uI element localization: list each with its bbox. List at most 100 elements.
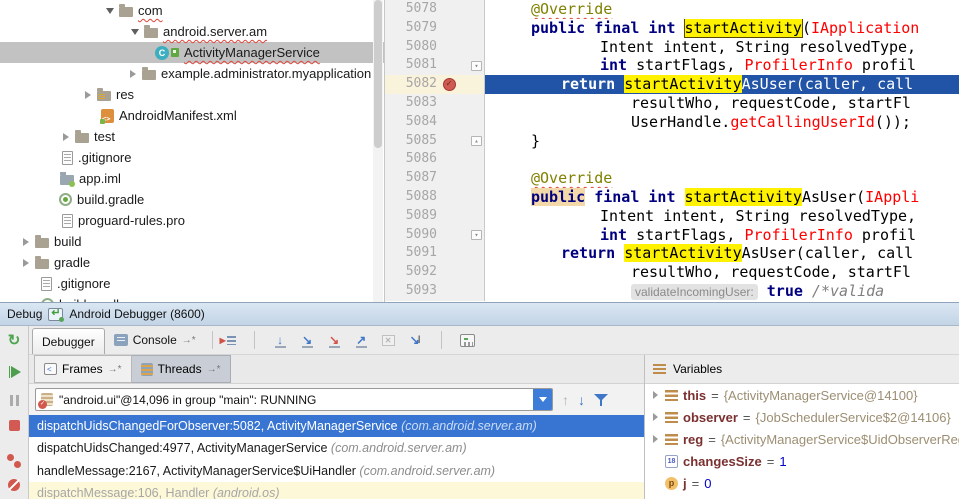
code-line[interactable]: 5084UserHandle.getCallingUserId()); (385, 113, 959, 132)
tree-item[interactable]: AndroidManifest.xml (0, 105, 384, 126)
step-into-icon[interactable]: ↘ (299, 332, 316, 349)
chevron-right-icon[interactable] (81, 88, 94, 101)
chevron-right-icon[interactable] (126, 67, 139, 80)
line-number: 5085 (385, 132, 437, 151)
step-out-icon[interactable]: ↗ (353, 332, 370, 349)
code-line[interactable]: 5082✓return startActivityAsUser(caller, … (385, 75, 959, 94)
stack-frame-row[interactable]: handleMessage:2167, ActivityManagerServi… (29, 460, 644, 482)
code-line-text[interactable]: resultWho, requestCode, startFl (485, 263, 959, 282)
code-line[interactable]: 5087@Override (385, 169, 959, 188)
code-line[interactable]: 5090▾int startFlags, ProfilerInfo profil (385, 226, 959, 245)
code-line[interactable]: 5081▾int startFlags, ProfilerInfo profil (385, 56, 959, 75)
tree-item[interactable]: test (0, 126, 384, 147)
thread-selector-dropdown[interactable]: "android.ui"@14,096 in group "main": RUN… (35, 388, 553, 411)
code-line[interactable]: 5093validateIncomingUser: true /*valida (385, 282, 959, 301)
chevron-right-icon[interactable] (19, 235, 32, 248)
stop-debugger-icon[interactable] (6, 417, 22, 433)
tree-item[interactable]: CActivityManagerService (0, 42, 384, 63)
code-line[interactable]: 5079public final int startActivity(IAppl… (385, 19, 959, 38)
chevron-down-icon[interactable] (128, 25, 141, 38)
code-line-text[interactable]: Intent intent, String resolvedType, (485, 207, 959, 226)
code-line-text[interactable]: Intent intent, String resolvedType, (485, 38, 959, 57)
code-line[interactable]: 5092resultWho, requestCode, startFl (385, 263, 959, 282)
force-step-into-icon[interactable]: ↘ (326, 332, 343, 349)
previous-frame-button[interactable]: ↑ (562, 392, 569, 408)
tree-item[interactable]: gradle (0, 252, 384, 273)
tree-item[interactable]: build.gradle (0, 189, 384, 210)
code-line[interactable]: 5083resultWho, requestCode, startFl (385, 94, 959, 113)
variable-row[interactable]: 18changesSize=1 (645, 450, 959, 472)
variable-row[interactable]: reg={ActivityManagerService$UidObserverR… (645, 428, 959, 450)
chevron-down-icon[interactable] (103, 4, 116, 17)
code-line[interactable]: 5085 ▴} (385, 132, 959, 151)
chevron-right-icon[interactable] (19, 256, 32, 269)
line-number: 5091 (385, 244, 437, 263)
breakpoint-icon[interactable]: ✓ (443, 78, 456, 91)
stack-frame-row[interactable]: dispatchMessage:106, Handler (android.os… (29, 482, 644, 499)
code-line-text[interactable]: public final int startActivityAsUser(IAp… (485, 188, 959, 207)
scrollbar-thumb[interactable] (374, 0, 382, 148)
variable-row[interactable]: observer={JobSchedulerService$2@14106} (645, 406, 959, 428)
tab-threads[interactable]: Threads →* (132, 355, 231, 383)
view-breakpoints-icon[interactable] (6, 453, 22, 469)
step-over-icon[interactable]: ↓ (272, 332, 289, 349)
variable-row[interactable]: this={ActivityManagerService@14100} (645, 384, 959, 406)
resume-program-icon[interactable] (6, 364, 22, 380)
stack-frame-row[interactable]: dispatchUidsChangedForObserver:5082, Act… (29, 415, 644, 437)
code-editor[interactable]: 5078@Override5079public final int startA… (385, 0, 959, 302)
tree-item[interactable]: build (0, 231, 384, 252)
code-line[interactable]: 5080Intent intent, String resolvedType, (385, 38, 959, 57)
dropdown-arrow-button[interactable] (533, 389, 552, 410)
tree-item[interactable]: app.iml (0, 168, 384, 189)
code-line-text[interactable]: return startActivityAsUser(caller, call (485, 244, 959, 263)
code-line-text[interactable]: } (485, 132, 959, 151)
fold-collapse-icon[interactable]: ▾ (471, 230, 482, 240)
tree-item[interactable]: build.gradle (0, 294, 384, 302)
chevron-right-icon[interactable] (59, 130, 72, 143)
tree-item[interactable]: proguard-rules.pro (0, 210, 384, 231)
code-line-text[interactable]: @Override (485, 169, 959, 188)
code-line[interactable]: 5091 return startActivityAsUser(caller, c… (385, 244, 959, 263)
tree-item[interactable]: example.administrator.myapplication (0, 63, 384, 84)
fold-collapse-icon[interactable]: ▾ (471, 61, 482, 71)
tab-debugger[interactable]: Debugger (32, 328, 105, 354)
stack-frame-row[interactable]: dispatchUidsChanged:4977, ActivityManage… (29, 437, 644, 459)
evaluate-expression-icon[interactable] (459, 332, 476, 349)
next-frame-button[interactable]: ↓ (578, 392, 585, 408)
expand-arrow-icon[interactable] (650, 435, 660, 443)
debug-tool-window-header[interactable]: Debug Android Debugger (8600) (0, 303, 959, 326)
run-to-cursor-icon[interactable]: ↘I (407, 332, 424, 349)
code-line[interactable]: 5078@Override (385, 0, 959, 19)
gutter-cell: 5079 (385, 19, 485, 38)
code-line-text[interactable]: int startFlags, ProfilerInfo profil (485, 56, 959, 75)
code-line[interactable]: 5089Intent intent, String resolvedType, (385, 207, 959, 226)
tree-item[interactable]: res (0, 84, 384, 105)
show-execution-point-icon[interactable] (220, 332, 237, 349)
code-line-text[interactable]: public final int startActivity(IApplicat… (485, 19, 959, 38)
breakpoint-slot[interactable]: ✓ (437, 78, 461, 91)
code-line-text[interactable] (485, 150, 959, 169)
code-line-text[interactable]: int startFlags, ProfilerInfo profil (485, 226, 959, 245)
rerun-debugger-icon[interactable]: ↻ (6, 332, 22, 348)
tree-item[interactable]: com (0, 0, 384, 21)
code-line-text[interactable]: @Override (485, 0, 959, 19)
code-line[interactable]: 5088public final int startActivityAsUser… (385, 188, 959, 207)
tree-item[interactable]: .gitignore (0, 147, 384, 168)
tab-frames[interactable]: Frames →* (34, 355, 132, 383)
expand-arrow-icon[interactable] (650, 413, 660, 421)
text-file-icon (62, 151, 73, 165)
tab-console[interactable]: Console →* (105, 326, 205, 354)
project-tree-scrollbar[interactable] (373, 0, 383, 302)
code-line-text[interactable]: validateIncomingUser: true /*valida (485, 282, 959, 301)
tree-item[interactable]: android.server.am (0, 21, 384, 42)
filter-frames-button[interactable] (594, 393, 608, 407)
fold-expand-icon[interactable]: ▴ (471, 136, 482, 146)
code-line-text[interactable]: resultWho, requestCode, startFl (485, 94, 959, 113)
code-line[interactable]: 5086 (385, 150, 959, 169)
code-line-text[interactable]: return startActivityAsUser(caller, call (485, 75, 959, 94)
code-line-text[interactable]: UserHandle.getCallingUserId()); (485, 113, 959, 132)
variable-row[interactable]: pj=0 (645, 472, 959, 494)
mute-breakpoints-icon[interactable] (6, 477, 22, 493)
expand-arrow-icon[interactable] (650, 391, 660, 399)
tree-item[interactable]: .gitignore (0, 273, 384, 294)
